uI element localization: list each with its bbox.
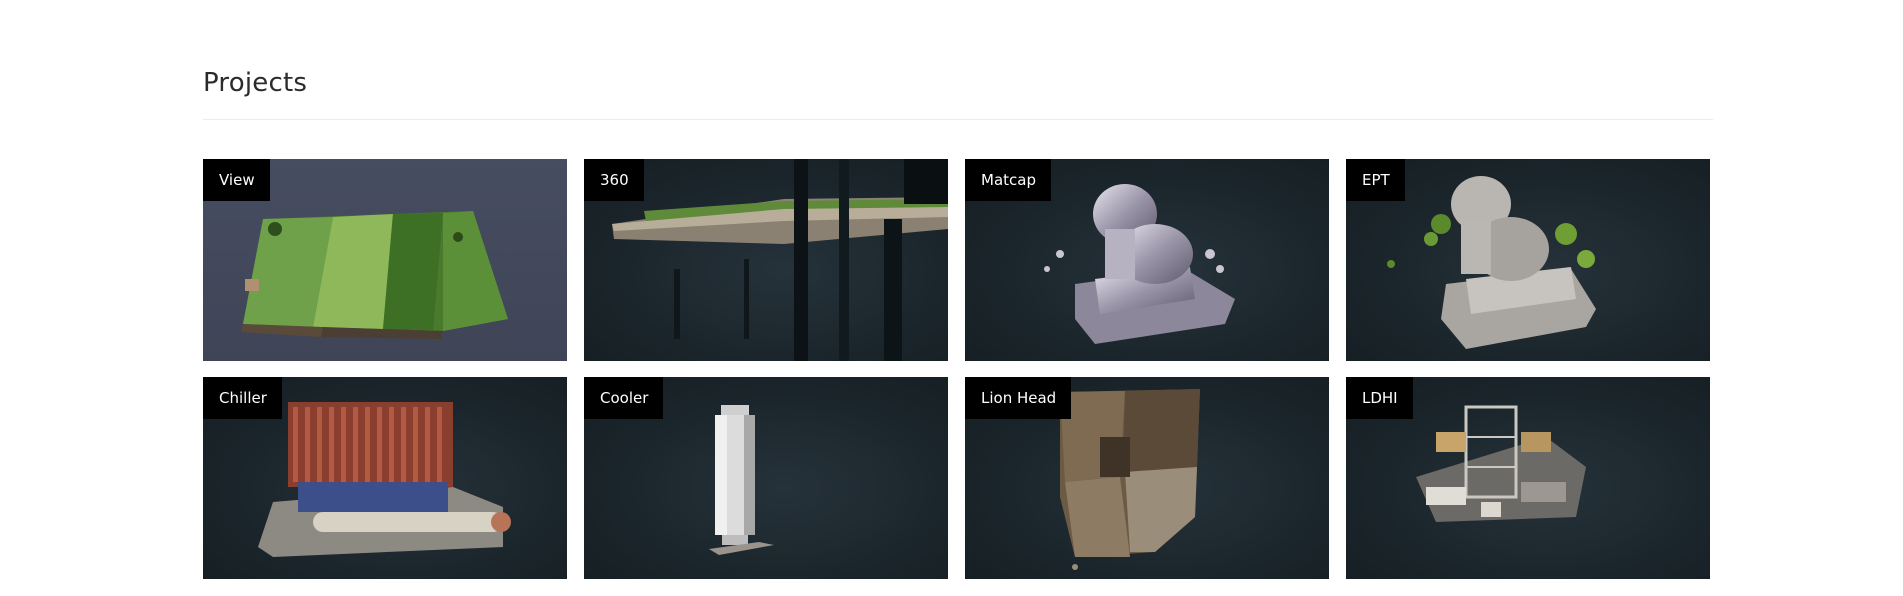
project-label: LDHI xyxy=(1346,377,1413,419)
project-label: 360 xyxy=(584,159,644,201)
divider xyxy=(203,119,1713,120)
project-card-chiller[interactable]: Chiller xyxy=(203,377,567,579)
page-title: Projects xyxy=(203,68,308,98)
project-card-360[interactable]: 360 xyxy=(584,159,948,361)
project-card-view[interactable]: View xyxy=(203,159,567,361)
project-card-ept[interactable]: EPT xyxy=(1346,159,1710,361)
project-card-cooler[interactable]: Cooler xyxy=(584,377,948,579)
project-card-ldhi[interactable]: LDHI xyxy=(1346,377,1710,579)
project-card-matcap[interactable]: Matcap xyxy=(965,159,1329,361)
project-label: View xyxy=(203,159,270,201)
project-label: Cooler xyxy=(584,377,664,419)
project-label: Matcap xyxy=(965,159,1051,201)
project-label: EPT xyxy=(1346,159,1405,201)
project-card-lion-head[interactable]: Lion Head xyxy=(965,377,1329,579)
project-label: Lion Head xyxy=(965,377,1072,419)
project-grid: View 360 Matcap EPT Chiller Cooler Lion … xyxy=(203,159,1710,579)
project-label: Chiller xyxy=(203,377,282,419)
